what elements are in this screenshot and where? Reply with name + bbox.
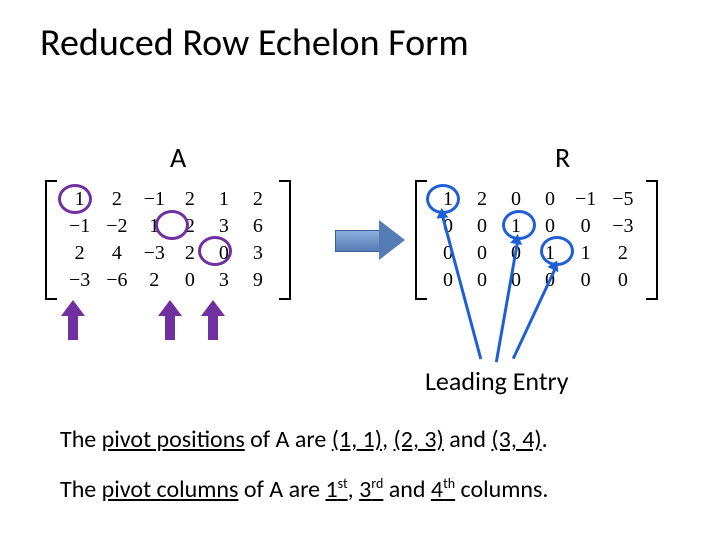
pivot-circle-a-2 <box>155 210 189 240</box>
pivot-col-arrow-4 <box>203 300 223 340</box>
pivot-circle-a-3 <box>198 236 232 266</box>
matrix-label-r: R <box>555 140 570 175</box>
matrix-label-a: A <box>170 140 186 175</box>
pivot-circle-a-1 <box>58 184 92 214</box>
pivot-columns-text: The pivot columns of A are 1st, 3rd and … <box>60 475 548 504</box>
leading-entry-label: Leading Entry <box>425 365 569 397</box>
pivot-positions-text: The pivot positions of A are (1, 1), (2,… <box>60 425 548 454</box>
pivot-col-arrow-3 <box>160 300 180 340</box>
transform-arrow-icon <box>335 220 405 260</box>
slide-title: Reduced Row Echelon Form <box>40 20 469 66</box>
pivot-col-arrow-1 <box>63 300 83 340</box>
